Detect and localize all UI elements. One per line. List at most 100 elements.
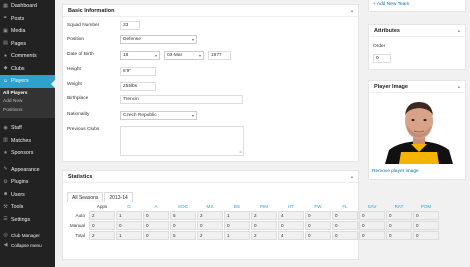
stat-cell[interactable]: 0 (359, 211, 385, 220)
stat-cell[interactable]: 0 (278, 221, 304, 230)
submenu-add-new[interactable]: Add New (0, 98, 55, 107)
stat-cell[interactable]: 0 (143, 221, 169, 230)
stat-cell[interactable]: 1 (224, 231, 250, 240)
sidebar-item-matches[interactable]: ▥ Matches (0, 135, 55, 148)
stat-cell[interactable]: 0 (413, 211, 439, 220)
tab-2013-14[interactable]: 2013-14 (104, 192, 133, 202)
stat-cell[interactable]: 2 (197, 211, 223, 220)
player-image-title: Player Image (374, 84, 408, 90)
remove-player-image-link[interactable]: Remove player image (372, 169, 419, 174)
stat-cell[interactable]: 0 (305, 221, 331, 230)
stat-cell[interactable]: 0 (332, 221, 358, 230)
collapse-toggle-icon[interactable]: ▲ (457, 84, 461, 89)
sidebar-item-label: Sponsors (11, 150, 34, 157)
stat-cell[interactable]: 2 (89, 231, 115, 240)
sidebar-item-players[interactable]: ☺ Players (0, 75, 55, 88)
sidebar-item-pages[interactable]: ▤ Pages (0, 38, 55, 51)
brush-icon: ✎ (3, 166, 8, 173)
statistics-table: Apps G A SOG MS BS PIM HT FW FL SAV RAT POM Auto 2 1 0 5… (67, 202, 440, 241)
order-field[interactable]: 0 (373, 54, 391, 63)
sidebar-item-posts[interactable]: ✒ Posts (0, 13, 55, 26)
position-label: Position (67, 37, 85, 42)
height-label: Height (67, 67, 81, 72)
sidebar-item-label: Users (11, 191, 25, 198)
stat-cell[interactable]: 0 (332, 231, 358, 240)
stat-cell[interactable]: 2 (89, 211, 115, 220)
stat-cell[interactable]: 0 (251, 221, 277, 230)
sidebar-item-collapse-menu[interactable]: ◀ Collapse menu (0, 240, 55, 250)
sidebar-item-comments[interactable]: ● Comments (0, 50, 55, 63)
row-label: Auto (75, 213, 85, 218)
position-select[interactable]: Defense ▾ (120, 35, 197, 44)
birthplace-field[interactable]: Trencin (120, 95, 243, 104)
chevron-down-icon: ▾ (191, 37, 194, 42)
star-icon: ★ (3, 149, 8, 156)
sidebar-item-users[interactable]: ☻ Users (0, 189, 55, 202)
collapse-toggle-icon[interactable]: ▲ (350, 8, 354, 13)
stat-cell[interactable]: 0 (332, 211, 358, 220)
stat-cell[interactable]: 0 (305, 231, 331, 240)
stat-cell[interactable]: 0 (143, 231, 169, 240)
sidebar-item-media[interactable]: ▣ Media (0, 25, 55, 38)
sidebar-item-club-manager[interactable]: ◎ Club Manager (0, 230, 55, 240)
basic-information-title: Basic Information (68, 8, 115, 14)
sidebar-item-settings[interactable]: ☰ Settings (0, 214, 55, 227)
stat-cell[interactable]: 2 (251, 211, 277, 220)
stat-cell[interactable]: 1 (224, 211, 250, 220)
stat-cell[interactable]: 0 (386, 211, 412, 220)
collapse-toggle-icon[interactable]: ▲ (350, 174, 354, 179)
dob-month-select[interactable]: 03-Mar ▾ (164, 51, 204, 60)
nationality-select[interactable]: Czech Republic ▾ (120, 111, 197, 120)
stat-cell[interactable]: 0 (386, 221, 412, 230)
submenu-all-players[interactable]: All Players (0, 90, 55, 99)
sidebar-item-staff[interactable]: ◉ Staff (0, 122, 55, 135)
stat-cell[interactable]: 0 (386, 231, 412, 240)
collapse-toggle-icon[interactable]: ▲ (457, 28, 461, 33)
stat-cell[interactable]: 4 (278, 211, 304, 220)
previous-clubs-textarea[interactable]: ⇲ (120, 126, 244, 156)
stat-cell[interactable]: 0 (89, 221, 115, 230)
sidebar-item-sponsors[interactable]: ★ Sponsors (0, 147, 55, 160)
stat-cell[interactable]: 0 (413, 221, 439, 230)
stat-cell[interactable]: 0 (359, 231, 385, 240)
sidebar-item-tools[interactable]: ⚒ Tools (0, 201, 55, 214)
sidebar-item-plugins[interactable]: ⚙ Plugins (0, 176, 55, 189)
wrench-icon: ⚒ (3, 203, 8, 210)
sidebar-item-clubs[interactable]: ◆ Clubs (0, 63, 55, 76)
chevron-down-icon: ▾ (198, 53, 201, 58)
column-header-ht: HT (287, 204, 295, 209)
stat-cell[interactable]: 4 (278, 231, 304, 240)
sidebar-item-label: Staff (11, 125, 22, 132)
height-field[interactable]: 6'9" (120, 67, 156, 76)
squad-number-field[interactable]: 33 (120, 21, 140, 30)
weight-field[interactable]: 255lbs (120, 82, 156, 91)
add-new-team-link[interactable]: + Add New Team (373, 2, 409, 7)
stat-cell[interactable]: 0 (143, 211, 169, 220)
tab-all-seasons[interactable]: All Seasons (67, 192, 104, 202)
column-header-fl: FL (342, 204, 348, 209)
stat-cell[interactable]: 5 (170, 211, 196, 220)
users-icon: ☻ (3, 191, 9, 198)
sidebar-item-dashboard[interactable]: ▦ Dashboard (0, 0, 55, 13)
submenu-positions[interactable]: Positions (0, 107, 55, 116)
stat-cell[interactable]: 0 (413, 231, 439, 240)
stat-cell[interactable]: 2 (197, 231, 223, 240)
player-portrait-image[interactable] (375, 94, 463, 164)
dob-day-select[interactable]: 18 ▾ (120, 51, 160, 60)
stat-cell[interactable]: 0 (116, 221, 142, 230)
stat-cell[interactable]: 1 (116, 211, 142, 220)
sidebar-item-label: Tools (11, 204, 24, 211)
birthplace-label: Birthplace (67, 96, 89, 101)
stat-cell[interactable]: 0 (224, 221, 250, 230)
stat-cell[interactable]: 5 (170, 231, 196, 240)
sidebar-item-appearance[interactable]: ✎ Appearance (0, 164, 55, 177)
dob-year-field[interactable]: 1977 (208, 51, 231, 60)
stat-cell[interactable]: 0 (197, 221, 223, 230)
stat-cell[interactable]: 0 (170, 221, 196, 230)
stat-cell[interactable]: 1 (116, 231, 142, 240)
stat-cell[interactable]: 2 (251, 231, 277, 240)
stat-cell[interactable]: 0 (305, 211, 331, 220)
sidebar-item-label: Clubs (11, 65, 25, 72)
resize-grip-icon[interactable]: ⇲ (239, 150, 242, 154)
stat-cell[interactable]: 0 (359, 221, 385, 230)
